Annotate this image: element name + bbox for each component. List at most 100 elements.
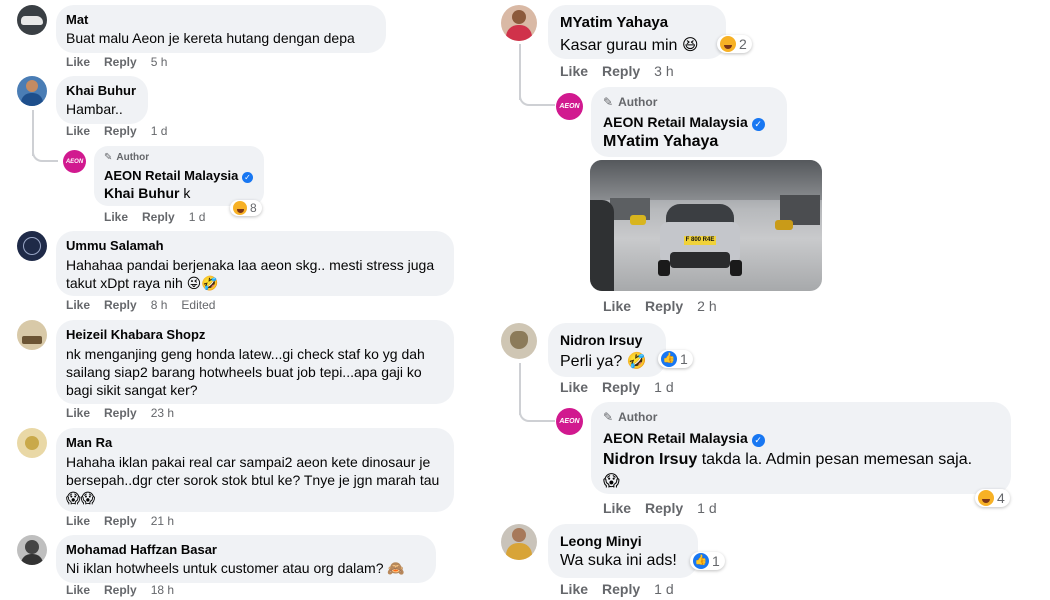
commenter-name[interactable]: Mat bbox=[66, 12, 88, 27]
comment-bubble: Mat Buat malu Aeon je kereta hutang deng… bbox=[56, 5, 386, 53]
comment-bubble: Khai Buhur Hambar.. bbox=[56, 76, 148, 124]
commenter-name[interactable]: Heizeil Khabara Shopz bbox=[66, 327, 205, 342]
timestamp[interactable]: 5 h bbox=[151, 55, 168, 69]
like-button[interactable]: Like bbox=[66, 298, 90, 312]
reply-button[interactable]: Reply bbox=[645, 500, 683, 516]
comment-bubble: Ummu Salamah Hahahaa pandai berjenaka la… bbox=[56, 231, 454, 296]
avatar[interactable] bbox=[17, 231, 47, 261]
avatar[interactable] bbox=[501, 5, 537, 41]
timestamp[interactable]: 2 h bbox=[697, 298, 716, 314]
avatar[interactable] bbox=[17, 428, 47, 458]
commenter-name[interactable]: Nidron Irsuy bbox=[560, 332, 642, 348]
avatar[interactable] bbox=[17, 76, 47, 106]
comment-bubble: Nidron Irsuy Perli ya? 🤣 bbox=[548, 323, 666, 377]
author-reply-bubble: ✎ Author AEON Retail Malaysia ✓ Nidron I… bbox=[591, 402, 1011, 494]
mention-link[interactable]: Khai Buhur bbox=[104, 185, 179, 201]
reply-button[interactable]: Reply bbox=[104, 583, 137, 597]
timestamp[interactable]: 1 d bbox=[189, 210, 206, 224]
timestamp[interactable]: 23 h bbox=[151, 406, 174, 420]
commenter-name[interactable]: Khai Buhur bbox=[66, 83, 136, 98]
reply-button[interactable]: Reply bbox=[602, 379, 640, 395]
reaction-count[interactable]: 👍 1 bbox=[658, 350, 693, 368]
comment-text: Nidron Irsuy takda la. Admin pesan memes… bbox=[603, 451, 973, 490]
timestamp[interactable]: 1 d bbox=[654, 581, 673, 597]
avatar[interactable] bbox=[17, 535, 47, 565]
commenter-name[interactable]: Leong Minyi bbox=[560, 533, 642, 549]
like-button[interactable]: Like bbox=[560, 581, 588, 597]
timestamp[interactable]: 1 d bbox=[151, 124, 168, 138]
comment-actions: Like Reply 1 d bbox=[560, 581, 688, 597]
reply-button[interactable]: Reply bbox=[602, 581, 640, 597]
avatar[interactable] bbox=[501, 323, 537, 359]
comment-text: Hahahaa pandai berjenaka laa aeon skg.. … bbox=[66, 257, 435, 291]
reply-button[interactable]: Reply bbox=[104, 514, 137, 528]
commenter-name[interactable]: Man Ra bbox=[66, 435, 112, 450]
avatar[interactable] bbox=[501, 524, 537, 560]
verified-badge-icon: ✓ bbox=[751, 118, 765, 131]
avatar[interactable] bbox=[17, 320, 47, 350]
like-button[interactable]: Like bbox=[66, 55, 90, 69]
reply-button[interactable]: Reply bbox=[104, 55, 137, 69]
haha-reaction-icon bbox=[233, 201, 247, 215]
commenter-name[interactable]: AEON Retail Malaysia ✓ bbox=[603, 430, 765, 447]
author-badge: ✎ Author bbox=[603, 95, 657, 109]
comment-actions: Like Reply 1 d bbox=[560, 379, 688, 395]
timestamp[interactable]: 1 d bbox=[654, 379, 673, 395]
author-reply-bubble: ✎ Author AEON Retail Malaysia ✓ MYatim Y… bbox=[591, 87, 787, 157]
author-badge: ✎ Author bbox=[104, 152, 149, 163]
author-label: Author bbox=[618, 410, 658, 424]
timestamp[interactable]: 18 h bbox=[151, 583, 174, 597]
commenter-name[interactable]: Mohamad Haffzan Basar bbox=[66, 542, 217, 557]
like-button[interactable]: Like bbox=[104, 210, 128, 224]
reaction-count[interactable]: 2 bbox=[717, 35, 752, 53]
timestamp[interactable]: 21 h bbox=[151, 514, 174, 528]
reply-button[interactable]: Reply bbox=[142, 210, 175, 224]
like-button[interactable]: Like bbox=[66, 124, 90, 138]
commenter-name[interactable]: AEON Retail Malaysia ✓ bbox=[603, 114, 765, 131]
like-reaction-icon: 👍 bbox=[693, 553, 709, 569]
reply-button[interactable]: Reply bbox=[104, 298, 137, 312]
reaction-count[interactable]: 👍 1 bbox=[690, 552, 725, 570]
reaction-count[interactable]: 4 bbox=[975, 489, 1010, 507]
comment-actions: Like Reply 23 h bbox=[66, 406, 188, 420]
comment-actions: Like Reply 5 h bbox=[66, 55, 181, 69]
timestamp[interactable]: 1 d bbox=[697, 500, 716, 516]
haha-reaction-icon bbox=[978, 490, 994, 506]
like-button[interactable]: Like bbox=[66, 406, 90, 420]
reaction-count[interactable]: 8 bbox=[230, 200, 262, 216]
reply-button[interactable]: Reply bbox=[645, 298, 683, 314]
pen-icon: ✎ bbox=[603, 95, 614, 109]
avatar[interactable] bbox=[17, 5, 47, 35]
comment-actions: Like Reply 2 h bbox=[603, 298, 731, 314]
commenter-name[interactable]: MYatim Yahaya bbox=[560, 14, 668, 31]
aeon-avatar[interactable]: AEON bbox=[556, 408, 583, 435]
mention-link[interactable]: MYatim Yahaya bbox=[603, 133, 718, 150]
reply-button[interactable]: Reply bbox=[602, 63, 640, 79]
reply-button[interactable]: Reply bbox=[104, 406, 137, 420]
like-button[interactable]: Like bbox=[603, 298, 631, 314]
comment-actions: Like Reply 18 h bbox=[66, 583, 188, 597]
aeon-avatar[interactable]: AEON bbox=[556, 93, 583, 120]
timestamp[interactable]: 3 h bbox=[654, 63, 673, 79]
comment-actions: Like Reply 8 h Edited bbox=[66, 298, 229, 312]
pen-icon: ✎ bbox=[104, 152, 113, 163]
aeon-avatar[interactable]: AEON bbox=[63, 150, 86, 173]
attached-photo[interactable]: F 800 R4E bbox=[590, 160, 822, 291]
thread-connector bbox=[32, 140, 58, 162]
like-button[interactable]: Like bbox=[560, 379, 588, 395]
comment-actions: Like Reply 21 h bbox=[66, 514, 188, 528]
commenter-name[interactable]: AEON Retail Malaysia ✓ bbox=[104, 168, 254, 183]
comment-text: Khai Buhur k bbox=[104, 185, 191, 201]
commenter-name[interactable]: Ummu Salamah bbox=[66, 238, 164, 253]
like-button[interactable]: Like bbox=[603, 500, 631, 516]
mention-link[interactable]: Nidron Irsuy bbox=[603, 451, 697, 468]
thread-connector bbox=[519, 400, 555, 422]
author-reply-bubble: ✎ Author AEON Retail Malaysia ✓ Khai Buh… bbox=[94, 146, 264, 206]
like-button[interactable]: Like bbox=[66, 583, 90, 597]
comment-bubble: MYatim Yahaya Kasar gurau min 😆 bbox=[548, 5, 726, 59]
like-button[interactable]: Like bbox=[560, 63, 588, 79]
reply-button[interactable]: Reply bbox=[104, 124, 137, 138]
timestamp[interactable]: 8 h bbox=[151, 298, 168, 312]
like-button[interactable]: Like bbox=[66, 514, 90, 528]
pen-icon: ✎ bbox=[603, 410, 614, 424]
